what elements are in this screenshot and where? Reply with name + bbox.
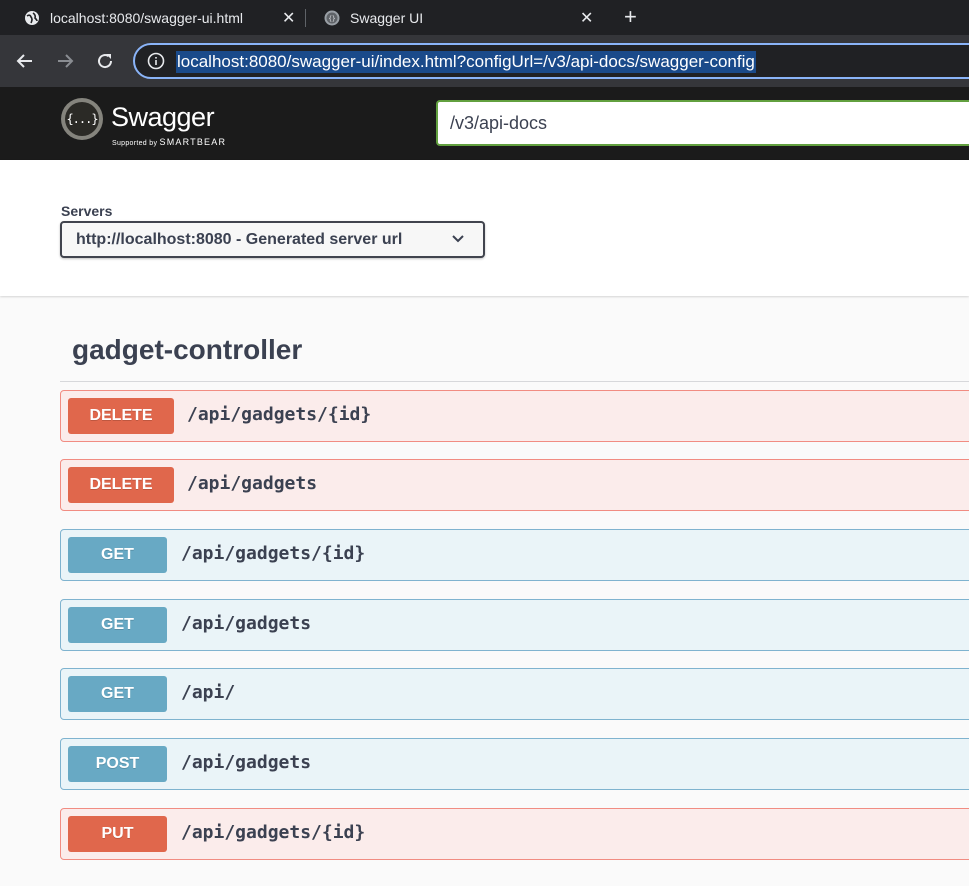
swagger-logo-icon[interactable]: {...} [61, 98, 103, 140]
method-badge: PUT [68, 816, 167, 852]
method-badge: POST [68, 746, 167, 782]
tag-header[interactable]: gadget-controller [60, 318, 969, 382]
swagger-favicon-icon: {} [324, 10, 340, 25]
new-tab-icon[interactable]: + [624, 4, 637, 30]
opblock-delete-gadget-by-id[interactable]: DELETE /api/gadgets/{id} [60, 390, 969, 442]
address-bar[interactable]: localhost:8080/swagger-ui/index.html?con… [133, 43, 969, 79]
opblock-delete-gadgets[interactable]: DELETE /api/gadgets [60, 459, 969, 511]
operation-path: /api/gadgets [181, 752, 312, 773]
method-badge: GET [68, 676, 167, 712]
browser-tab-bar: localhost:8080/swagger-ui.html ✕ {} Swag… [0, 0, 969, 35]
reload-button[interactable] [92, 48, 118, 74]
operation-path: /api/gadgets/{id} [181, 543, 366, 564]
servers-select[interactable]: http://localhost:8080 - Generated server… [60, 221, 485, 258]
browser-tab-2[interactable]: {} Swagger UI ✕ [324, 0, 593, 35]
opblock-get-gadgets[interactable]: GET /api/gadgets [60, 599, 969, 651]
spec-url-input[interactable]: /v3/api-docs [436, 100, 969, 146]
operation-path: /api/gadgets/{id} [181, 822, 366, 843]
opblock-get-api-root[interactable]: GET /api/ [60, 668, 969, 720]
tab-divider [305, 9, 306, 27]
swagger-topbar: {...} Swagger Supported by SMARTBEAR /v3… [0, 87, 969, 160]
reload-icon [98, 54, 113, 69]
operation-path: /api/gadgets [187, 473, 318, 494]
logo-mark: {...} [65, 102, 99, 136]
close-tab-icon[interactable]: ✕ [580, 8, 593, 28]
method-badge: GET [68, 537, 167, 573]
logo-text: Swagger [111, 102, 215, 132]
operation-path: /api/gadgets/{id} [187, 404, 372, 425]
servers-section: Servers http://localhost:8080 - Generate… [0, 160, 969, 296]
forward-button[interactable] [52, 48, 78, 74]
back-button[interactable] [12, 48, 38, 74]
method-badge: GET [68, 607, 167, 643]
logo-subtitle: Supported by SMARTBEAR [112, 137, 226, 147]
tab-title: Swagger UI [350, 9, 424, 26]
chevron-down-icon [452, 235, 464, 243]
info-icon[interactable] [147, 52, 165, 70]
logo-sub-brand: SMARTBEAR [159, 137, 227, 147]
close-tab-icon[interactable]: ✕ [282, 8, 295, 28]
svg-text:{}: {} [328, 15, 335, 22]
operation-path: /api/ [181, 682, 236, 703]
tab-title: localhost:8080/swagger-ui.html [50, 9, 243, 26]
method-badge: DELETE [68, 467, 174, 503]
arrow-right-icon [58, 54, 74, 68]
opblock-post-gadgets[interactable]: POST /api/gadgets [60, 738, 969, 790]
servers-selected-value: http://localhost:8080 - Generated server… [76, 231, 403, 248]
arrow-left-icon [16, 54, 32, 68]
method-badge: DELETE [68, 398, 174, 434]
opblock-put-gadget-by-id[interactable]: PUT /api/gadgets/{id} [60, 808, 969, 860]
tag-title: gadget-controller [72, 334, 303, 365]
operation-path: /api/gadgets [181, 613, 312, 634]
opblock-get-gadget-by-id[interactable]: GET /api/gadgets/{id} [60, 529, 969, 581]
browser-tab-1[interactable]: localhost:8080/swagger-ui.html ✕ [24, 0, 295, 35]
browser-toolbar: localhost:8080/swagger-ui/index.html?con… [0, 35, 969, 87]
globe-icon [25, 10, 39, 25]
address-url[interactable]: localhost:8080/swagger-ui/index.html?con… [176, 51, 756, 73]
servers-label: Servers [61, 203, 113, 219]
logo-sub-prefix: Supported by [112, 140, 158, 147]
